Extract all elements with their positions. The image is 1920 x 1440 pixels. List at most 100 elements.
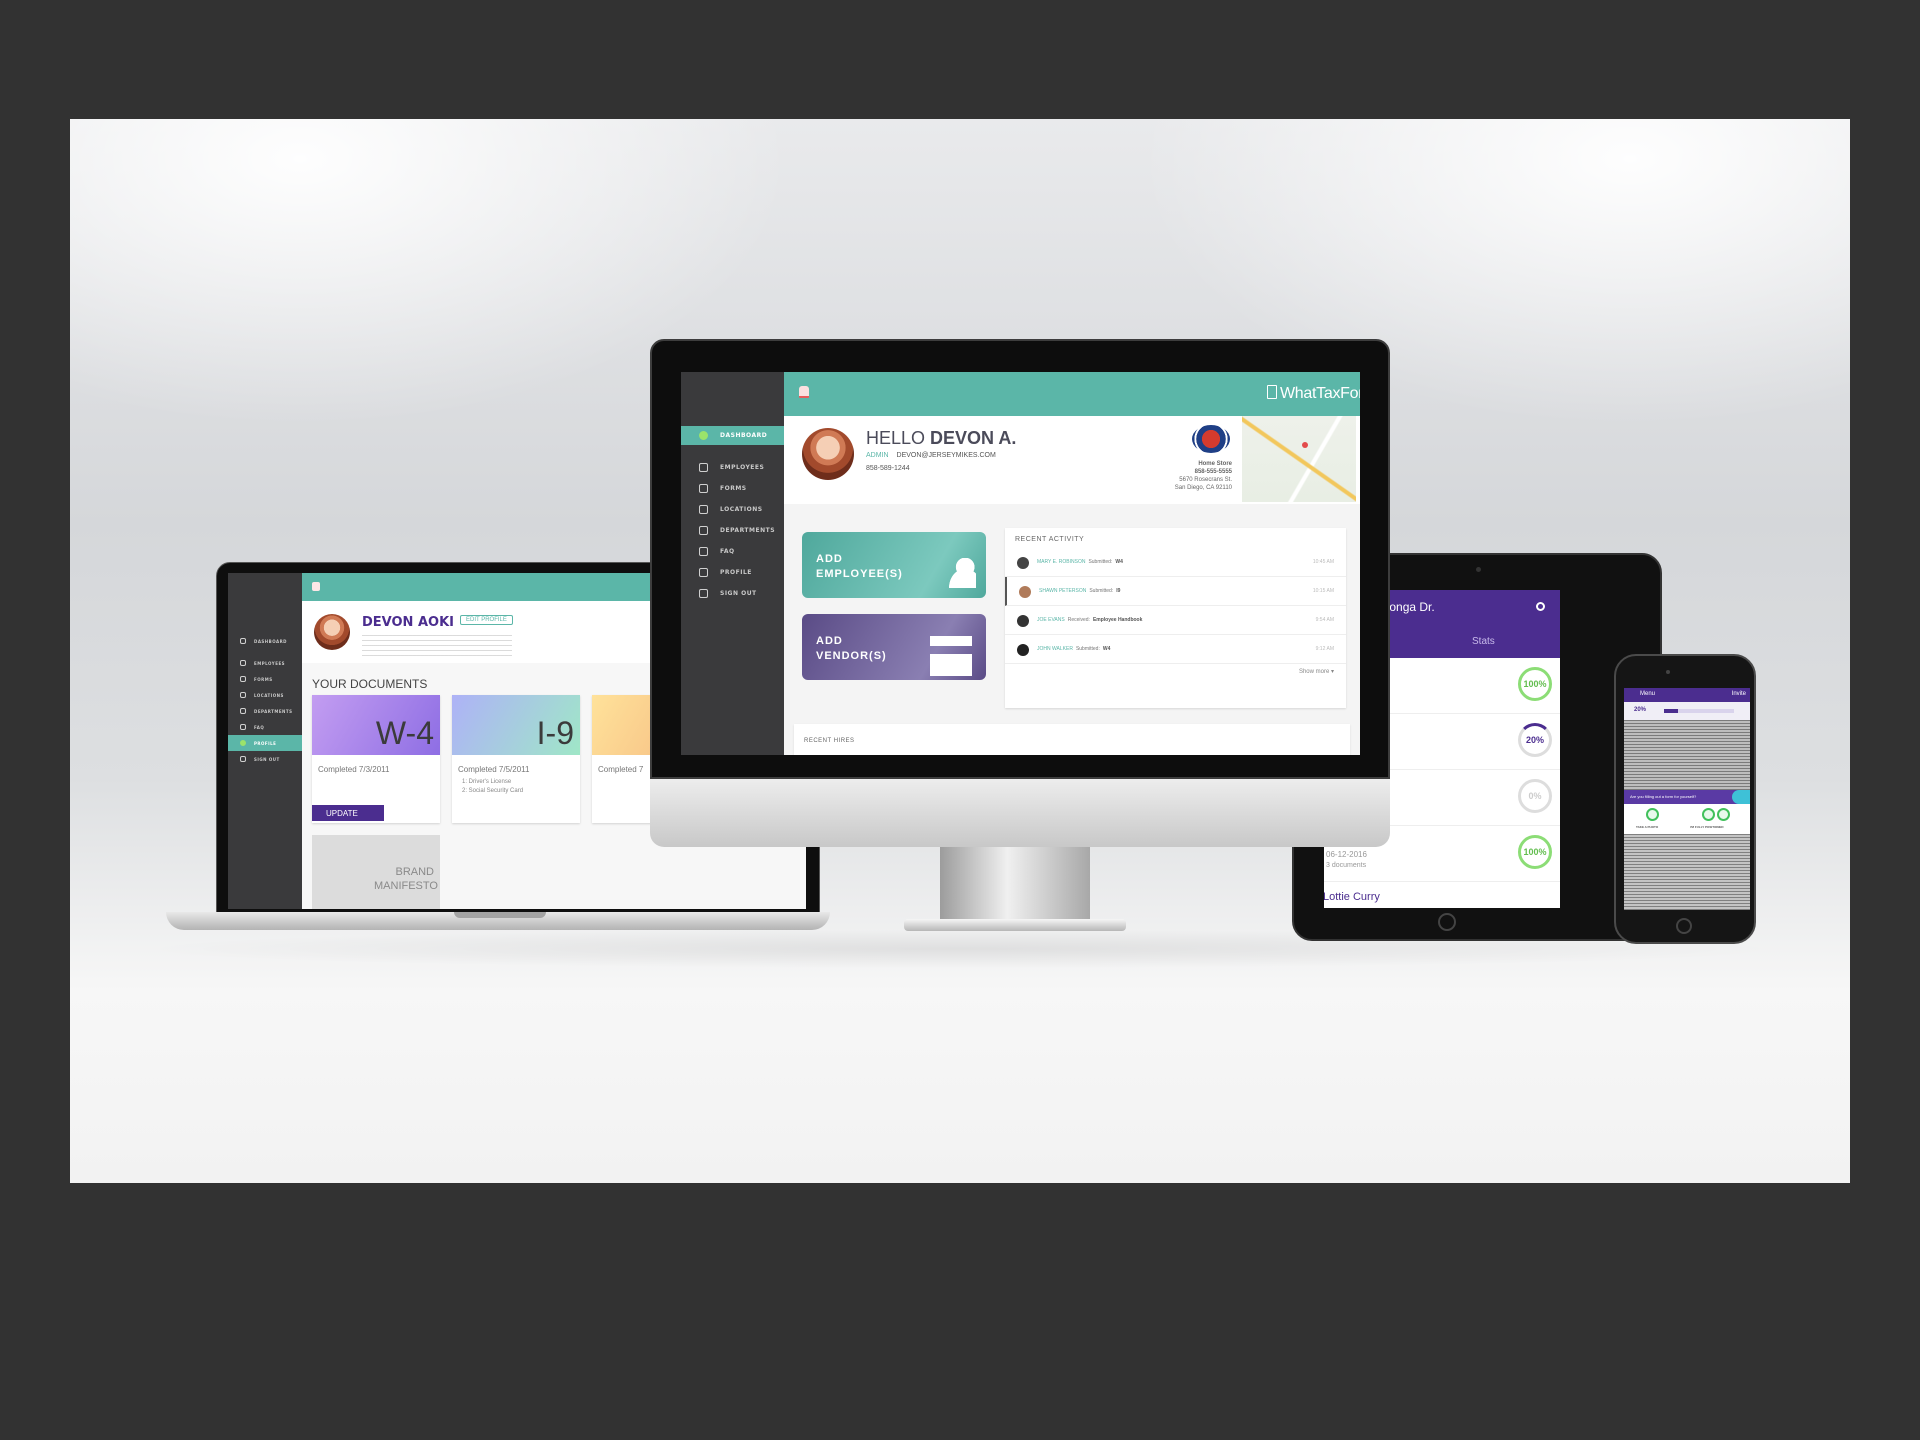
activity-text: JOHN WALKER Submitted: W4 bbox=[1037, 646, 1110, 652]
sidebar-item-faq[interactable]: FAQ bbox=[681, 541, 784, 562]
laptop-sidebar-item-departments[interactable]: DEPARTMENTS bbox=[228, 703, 302, 719]
sidebar-item-sign-out[interactable]: SIGN OUT bbox=[681, 583, 784, 604]
activity-name[interactable]: MARY E. ROBINSON bbox=[1037, 559, 1085, 565]
laptop-sidebar-item-profile[interactable]: PROFILE bbox=[228, 735, 302, 751]
laptop-sidebar-item-sign-out[interactable]: SIGN OUT bbox=[228, 751, 302, 767]
edit-profile-button[interactable]: EDIT PROFILE bbox=[460, 615, 513, 625]
take-photo-label[interactable]: TAKE A PHOTO bbox=[1636, 825, 1658, 829]
positioned-label[interactable]: I'M FULLY POSITIONED bbox=[1690, 825, 1724, 829]
user-phone: 858-589-1244 bbox=[866, 465, 910, 472]
sidebar-item-label: SIGN OUT bbox=[720, 590, 757, 597]
help-icon bbox=[699, 547, 708, 556]
people-icon bbox=[699, 463, 708, 472]
phone-invite-label[interactable]: Invite bbox=[1732, 691, 1746, 697]
alert-icon[interactable] bbox=[799, 386, 809, 398]
sidebar-item-forms[interactable]: FORMS bbox=[681, 478, 784, 499]
product-showcase-scene: DASHBOARD EMPLOYEES FORMS LOCATIONS DEPARTME… bbox=[70, 119, 1850, 1183]
phone-device: Menu Invite 20% Are you filling out a fo… bbox=[1614, 654, 1756, 944]
sidebar-item-label: FAQ bbox=[254, 724, 265, 730]
activity-row[interactable]: MARY E. ROBINSON Submitted: W4 10:45 AM bbox=[1005, 548, 1346, 577]
activity-text: SHAWN PETERSON Submitted: I9 bbox=[1039, 588, 1120, 594]
nav-icon bbox=[240, 692, 246, 698]
profile-icon bbox=[699, 568, 708, 577]
progress-ring: 100% bbox=[1518, 835, 1552, 869]
nav-icon bbox=[240, 676, 246, 682]
avatar bbox=[1017, 615, 1029, 627]
activity-name[interactable]: JOE EVANS bbox=[1037, 617, 1065, 623]
doc-note: 2: Social Security Card bbox=[462, 788, 524, 794]
doc-title: W-4 bbox=[375, 715, 434, 751]
activity-text: MARY E. ROBINSON Submitted: W4 bbox=[1037, 559, 1123, 565]
phone-progress: 20% bbox=[1624, 702, 1750, 720]
doc-card-w4[interactable]: W-4 Completed 7/3/2011 UPDATE bbox=[312, 695, 440, 823]
doc-completed: Completed 7/3/2011 bbox=[318, 765, 390, 774]
recent-hires-panel: RECENT HIRES bbox=[794, 724, 1350, 755]
sidebar-item-label: LOCATIONS bbox=[720, 506, 763, 513]
activity-action: Submitted: bbox=[1089, 588, 1114, 594]
avatar bbox=[1017, 557, 1029, 569]
greeting-prefix: HELLO bbox=[866, 428, 926, 448]
alert-icon[interactable] bbox=[312, 582, 320, 591]
brand-manifesto-label: BRAND MANIFESTO bbox=[374, 866, 438, 892]
phone-banner[interactable]: Are you filling out a form for yourself? bbox=[1624, 790, 1750, 804]
activity-time: 10:45 AM bbox=[1312, 559, 1334, 565]
activity-text: JOE EVANS Received: Employee Handbook bbox=[1037, 617, 1142, 623]
store-icon bbox=[930, 636, 972, 676]
user-email[interactable]: DEVON@JERSEYMIKES.COM bbox=[897, 452, 996, 459]
laptop-sidebar-item-dashboard[interactable]: DASHBOARD bbox=[228, 633, 302, 649]
store-logo bbox=[1192, 425, 1230, 453]
desktop-header-bar: WhatTaxForm bbox=[784, 372, 1360, 416]
phone-banner-text: Are you filling out a form for yourself? bbox=[1630, 794, 1697, 799]
activity-name[interactable]: JOHN WALKER bbox=[1037, 646, 1073, 652]
doc-completed: Completed 7/5/2011 bbox=[458, 765, 530, 774]
recent-activity-title: RECENT ACTIVITY bbox=[1015, 536, 1085, 543]
progress-ring: 100% bbox=[1518, 667, 1552, 701]
sidebar-item-label: FORMS bbox=[254, 676, 273, 682]
activity-row[interactable]: SHAWN PETERSON Submitted: I9 10:15 AM bbox=[1005, 577, 1346, 606]
activity-item: W4 bbox=[1102, 646, 1111, 652]
show-more-link[interactable]: Show more ▾ bbox=[1299, 668, 1334, 675]
position-icon[interactable] bbox=[1702, 808, 1715, 821]
nav-icon bbox=[240, 660, 246, 666]
sidebar-item-label: FORMS bbox=[720, 485, 747, 492]
desktop-monitor: DASHBOARD EMPLOYEES FORMS LOCATIONS DEPARTME… bbox=[650, 339, 1390, 939]
tab-stats[interactable]: Stats bbox=[1472, 636, 1495, 647]
laptop-sidebar-item-forms[interactable]: FORMS bbox=[228, 671, 302, 687]
activity-row[interactable]: JOHN WALKER Submitted: W4 9:12 AM bbox=[1005, 635, 1346, 664]
logo-icon bbox=[1267, 385, 1277, 399]
sidebar-item-employees[interactable]: EMPLOYEES bbox=[681, 457, 784, 478]
activity-time: 9:12 AM bbox=[1315, 646, 1334, 652]
laptop-sidebar-item-faq[interactable]: FAQ bbox=[228, 719, 302, 735]
phone-header: Menu Invite bbox=[1624, 688, 1750, 702]
sidebar-item-profile[interactable]: PROFILE bbox=[681, 562, 784, 583]
sidebar-item-dashboard[interactable]: DASHBOARD bbox=[681, 426, 784, 445]
sidebar-item-departments[interactable]: DEPARTMENTS bbox=[681, 520, 784, 541]
sidebar-item-locations[interactable]: LOCATIONS bbox=[681, 499, 784, 520]
map-pin-icon bbox=[1302, 442, 1308, 448]
doc-title: I-9 bbox=[536, 715, 574, 751]
progress-ring: 20% bbox=[1518, 723, 1552, 757]
activity-action: Submitted: bbox=[1075, 646, 1100, 652]
laptop-sidebar-item-employees[interactable]: EMPLOYEES bbox=[228, 655, 302, 671]
avatar bbox=[802, 428, 854, 480]
dashboard-icon bbox=[699, 431, 708, 440]
search-icon[interactable] bbox=[1536, 602, 1545, 611]
add-vendor-button[interactable]: ADD VENDOR(S) bbox=[802, 614, 986, 680]
departments-icon bbox=[699, 526, 708, 535]
laptop-sidebar-item-locations[interactable]: LOCATIONS bbox=[228, 687, 302, 703]
phone-menu-label[interactable]: Menu bbox=[1640, 691, 1655, 697]
activity-row[interactable]: JOE EVANS Received: Employee Handbook 9:54 … bbox=[1005, 606, 1346, 635]
store-map[interactable] bbox=[1242, 416, 1356, 502]
add-employee-button[interactable]: ADD EMPLOYEE(S) bbox=[802, 532, 986, 598]
chevron-down-icon: ▾ bbox=[1330, 669, 1334, 675]
position-icon[interactable] bbox=[1717, 808, 1730, 821]
activity-item: Employee Handbook bbox=[1092, 617, 1143, 623]
add-employee-label: ADD EMPLOYEE(S) bbox=[816, 553, 903, 580]
app-logo[interactable]: WhatTaxForm bbox=[1280, 385, 1360, 403]
update-button[interactable]: UPDATE bbox=[312, 805, 384, 821]
store-city: San Diego, CA 92110 bbox=[1174, 485, 1232, 491]
brand-manifesto-card[interactable]: BRAND MANIFESTO bbox=[312, 835, 440, 909]
activity-name[interactable]: SHAWN PETERSON bbox=[1039, 588, 1086, 594]
camera-icon[interactable] bbox=[1646, 808, 1659, 821]
doc-card-i9[interactable]: I-9 Completed 7/5/2011 1: Driver's Licen… bbox=[452, 695, 580, 823]
